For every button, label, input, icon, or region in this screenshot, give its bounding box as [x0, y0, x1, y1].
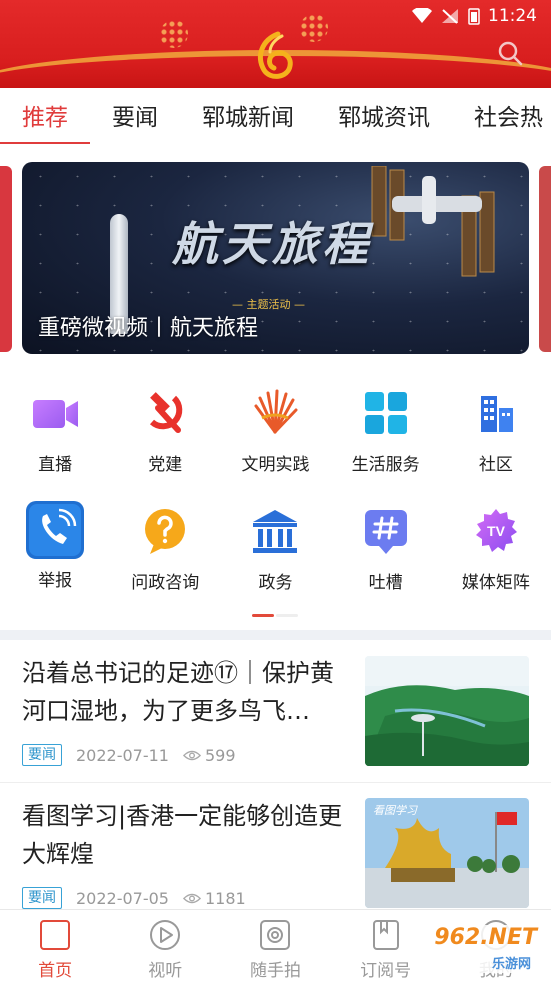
video-camera-icon	[33, 400, 79, 428]
site-watermark: 962.NET 乐游网	[409, 923, 545, 975]
tv-badge-icon: TV	[475, 509, 517, 552]
banner-art-title: 航天旅程	[172, 217, 372, 271]
grid-item-media-matrix[interactable]: TV 媒体矩阵	[441, 498, 551, 616]
hashtag-bubble-icon	[364, 510, 407, 554]
bookmark-book-icon	[372, 920, 399, 950]
article-date: 2022-07-11	[76, 745, 169, 765]
article-meta: 要闻 2022-07-11 599	[22, 744, 236, 766]
page-dot	[276, 614, 298, 617]
fan-emblem-icon	[254, 389, 298, 434]
grid-label: 社区	[478, 455, 513, 475]
eye-icon	[182, 893, 201, 903]
grid-row: 举报 问政咨询 政务 吐槽 TV 媒体矩阵	[0, 498, 551, 616]
article-tag: 要闻	[22, 887, 62, 909]
article-title: 沿着总书记的足迹⑰｜保护黄河口湿地，为了更多鸟飞…	[22, 659, 334, 725]
nav-home[interactable]: 首页	[0, 910, 110, 981]
grid-label: 吐槽	[368, 573, 403, 593]
camera-icon	[260, 920, 291, 950]
grid-label: 生活服务	[351, 455, 420, 475]
nav-label: 随手拍	[249, 961, 301, 981]
grid-item-complaint[interactable]: 吐槽	[331, 498, 441, 616]
views-count: 1181	[204, 888, 246, 908]
anniversary-logo-icon	[258, 31, 293, 79]
tab-headlines[interactable]: 要闻	[90, 88, 180, 148]
category-tabs: 推荐 要闻 郓城新闻 郓城资讯 社会热	[0, 88, 551, 148]
article-item[interactable]: 看图学习|香港一定能够创造更大辉煌 要闻 2022-07-05 1181 看图学…	[0, 783, 551, 909]
question-bubble-icon	[145, 509, 186, 554]
grid-item-life-service[interactable]: 生活服务	[331, 380, 441, 498]
firework-decoration	[160, 20, 188, 48]
article-date: 2022-07-05	[76, 888, 169, 908]
nav-snapshot[interactable]: 随手拍	[220, 910, 330, 981]
search-icon[interactable]	[497, 40, 523, 66]
article-views: 599	[182, 745, 236, 765]
status-time: 11:24	[488, 6, 537, 26]
nav-audiovisual[interactable]: 视听	[110, 910, 220, 981]
grid-label: 举报	[38, 571, 73, 591]
hammer-sickle-icon	[150, 392, 183, 433]
grid-page-indicator	[252, 614, 298, 617]
carousel-prev-slide[interactable]	[0, 166, 12, 352]
tab-society[interactable]: 社会热	[452, 88, 551, 148]
government-building-icon	[253, 510, 298, 553]
no-signal-icon	[442, 9, 458, 24]
wifi-icon	[412, 8, 432, 23]
article-title: 看图学习|香港一定能够创造更大辉煌	[22, 802, 343, 868]
wetland-photo	[365, 656, 529, 766]
grid-row: 直播 党建 文明实践 生活服务 社区	[0, 380, 551, 498]
nav-label: 视听	[148, 961, 183, 981]
grid-label: 直播	[38, 455, 73, 475]
watermark-subtext: 乐游网	[491, 957, 531, 972]
firework-decoration	[300, 14, 328, 42]
grid-label: 政务	[258, 573, 293, 593]
tab-yuncheng-news[interactable]: 郓城新闻	[180, 88, 316, 148]
home-icon	[40, 920, 71, 950]
grid-label: 文明实践	[241, 455, 310, 475]
tab-yuncheng-info[interactable]: 郓城资讯	[316, 88, 452, 148]
app-header: 11:24	[0, 0, 551, 88]
watermark-text: 962.NET	[434, 925, 537, 950]
space-station-image	[371, 166, 495, 277]
article-views: 1181	[182, 888, 246, 908]
eye-icon	[182, 750, 201, 760]
four-squares-icon	[364, 392, 407, 434]
grid-item-live[interactable]: 直播	[0, 380, 110, 498]
battery-icon	[468, 8, 480, 25]
grid-item-party[interactable]: 党建	[110, 380, 220, 498]
grid-item-inquiry[interactable]: 问政咨询	[110, 498, 220, 616]
nav-label: 首页	[38, 961, 73, 981]
thumbnail-label: 看图学习	[373, 804, 417, 817]
article-thumbnail: 看图学习	[365, 798, 529, 908]
article-tag: 要闻	[22, 744, 62, 766]
carousel-next-slide[interactable]	[539, 166, 551, 352]
grid-item-report[interactable]: 举报	[0, 498, 110, 616]
grid-label: 党建	[148, 455, 183, 475]
grid-item-government[interactable]: 政务	[220, 498, 330, 616]
banner-caption: 重磅微视频丨航天旅程	[38, 316, 259, 341]
grid-label: 媒体矩阵	[461, 573, 530, 593]
page-dot-active	[252, 614, 274, 617]
grid-item-community[interactable]: 社区	[441, 380, 551, 498]
play-circle-icon	[150, 920, 181, 950]
tab-recommend[interactable]: 推荐	[0, 88, 90, 148]
banner-slide[interactable]: 航天旅程 — 主题活动 — 重磅微视频丨航天旅程	[22, 162, 529, 354]
function-grid: 直播 党建 文明实践 生活服务 社区 举报 问政咨询 政务 吐槽 TV 媒体矩阵	[0, 380, 551, 616]
buildings-icon	[480, 396, 513, 432]
phone-icon	[26, 501, 85, 559]
banner-carousel: 航天旅程 — 主题活动 — 重磅微视频丨航天旅程	[0, 160, 551, 356]
views-count: 599	[204, 745, 236, 765]
section-separator	[0, 630, 551, 640]
article-meta: 要闻 2022-07-05 1181	[22, 887, 246, 909]
status-bar: 11:24	[412, 6, 537, 26]
article-thumbnail	[365, 656, 529, 766]
grid-label: 问政咨询	[131, 573, 200, 593]
article-item[interactable]: 沿着总书记的足迹⑰｜保护黄河口湿地，为了更多鸟飞… 要闻 2022-07-11 …	[0, 640, 551, 782]
svg-text:TV: TV	[487, 523, 506, 539]
nav-label: 订阅号	[360, 961, 412, 981]
grid-item-civilization[interactable]: 文明实践	[220, 380, 330, 498]
